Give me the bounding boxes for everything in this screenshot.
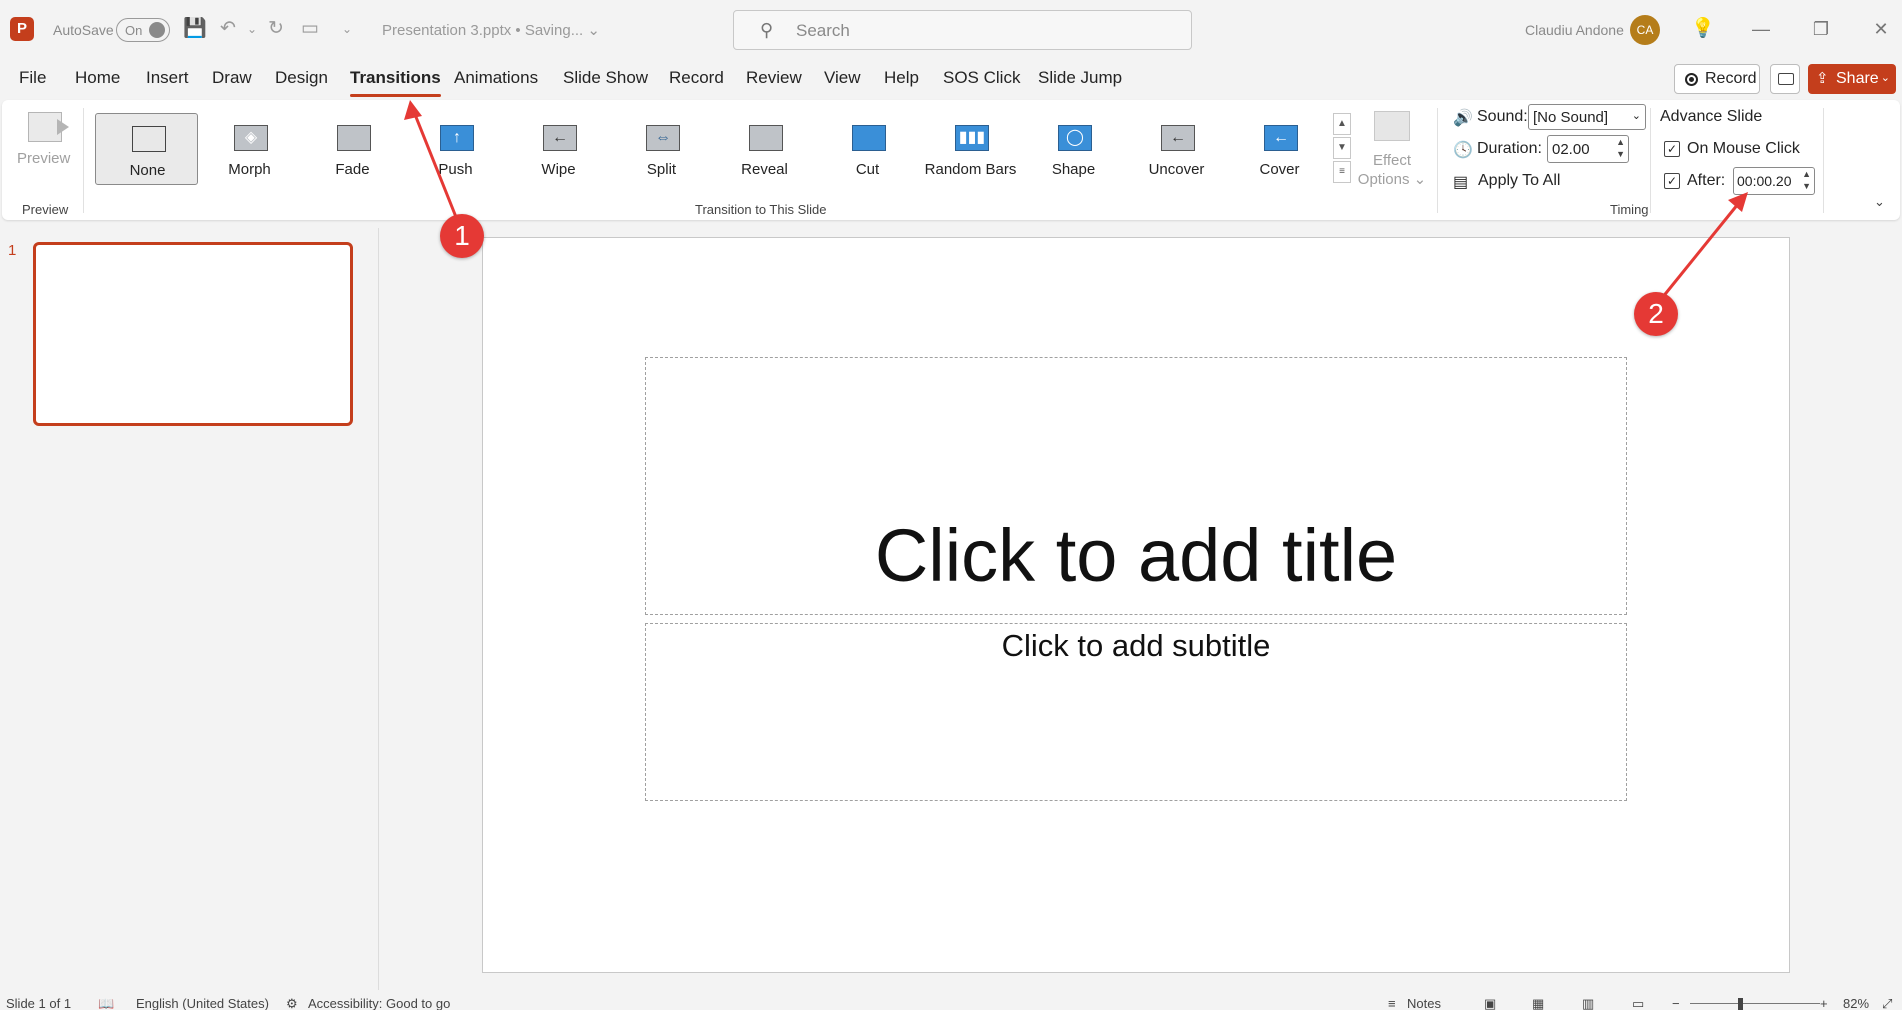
notes-button[interactable]: Notes bbox=[1407, 996, 1441, 1010]
slideshow-view-icon[interactable]: ▭ bbox=[1632, 996, 1644, 1010]
accessibility-icon: ⚙ bbox=[286, 996, 298, 1010]
annotation-badge-1: 1 bbox=[440, 214, 484, 258]
annotation-arrows bbox=[404, 100, 1748, 299]
zoom-level[interactable]: 82% bbox=[1843, 996, 1869, 1010]
spellcheck-icon[interactable]: 📖 bbox=[98, 996, 114, 1010]
annotation-badge-2: 2 bbox=[1634, 292, 1678, 336]
accessibility-status[interactable]: Accessibility: Good to go bbox=[308, 996, 450, 1010]
slide-count-status: Slide 1 of 1 bbox=[6, 996, 72, 1010]
fit-to-window-icon[interactable]: ⤢ bbox=[1882, 996, 1892, 1010]
zoom-out-icon[interactable]: − bbox=[1672, 996, 1680, 1010]
normal-view-icon[interactable]: ▣ bbox=[1484, 996, 1496, 1010]
language-status[interactable]: English (United States) bbox=[136, 996, 269, 1010]
zoom-in-icon[interactable]: + bbox=[1820, 996, 1828, 1010]
reading-view-icon[interactable]: ▥ bbox=[1582, 996, 1594, 1010]
zoom-slider-thumb[interactable] bbox=[1738, 998, 1743, 1010]
zoom-slider[interactable] bbox=[1690, 1003, 1820, 1004]
slide-sorter-icon[interactable]: ▦ bbox=[1532, 996, 1544, 1010]
notes-icon: ≡ bbox=[1388, 996, 1396, 1010]
